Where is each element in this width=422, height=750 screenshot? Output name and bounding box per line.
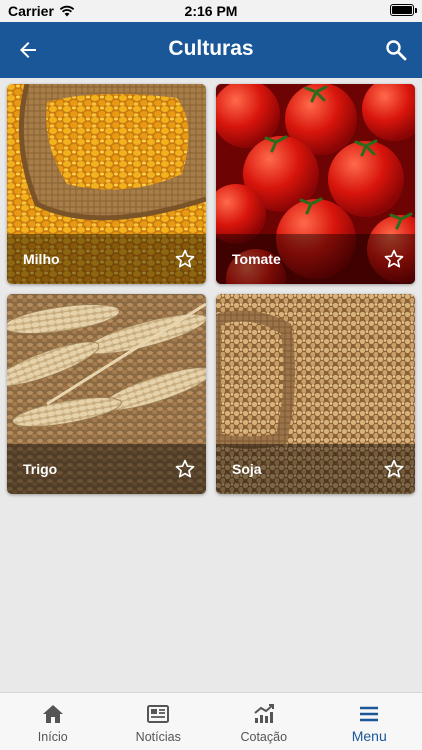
chart-icon [254, 704, 274, 723]
bottom-nav: Início Notícias Cotação Menu [0, 692, 422, 750]
menu-icon [360, 706, 379, 722]
crop-card-milho[interactable]: Milho [7, 84, 206, 284]
nav-label: Notícias [135, 730, 181, 744]
nav-label: Início [37, 730, 68, 744]
nav-item-cotacao[interactable]: Cotação [211, 693, 317, 750]
newspaper-icon [147, 705, 170, 723]
favorite-star-icon[interactable] [174, 248, 196, 270]
favorite-star-icon[interactable] [174, 458, 196, 480]
crop-name: Milho [23, 251, 60, 267]
nav-item-inicio[interactable]: Início [0, 693, 106, 750]
app-bar: Culturas [0, 22, 422, 78]
status-time: 2:16 PM [184, 3, 238, 19]
nav-item-noticias[interactable]: Notícias [106, 693, 212, 750]
favorite-star-icon[interactable] [383, 458, 405, 480]
crop-card-tomate[interactable]: Tomate [216, 84, 415, 284]
status-bar: Carrier 2:16 PM [0, 0, 422, 22]
search-icon[interactable] [384, 38, 408, 62]
home-icon [42, 705, 63, 723]
nav-item-menu[interactable]: Menu [317, 693, 422, 750]
battery-icon [390, 4, 417, 16]
crop-name: Tomate [232, 251, 281, 267]
nav-label: Menu [351, 728, 387, 744]
crop-card-trigo[interactable]: Trigo [7, 294, 206, 494]
page-title: Culturas [168, 37, 254, 60]
crop-name: Soja [232, 461, 262, 477]
crop-name: Trigo [23, 461, 58, 477]
crop-card-soja[interactable]: Soja [216, 294, 415, 494]
favorite-star-icon[interactable] [383, 248, 405, 270]
nav-label: Cotação [240, 730, 288, 744]
crop-grid: Milho Tomate Trigo Soja [7, 84, 415, 494]
